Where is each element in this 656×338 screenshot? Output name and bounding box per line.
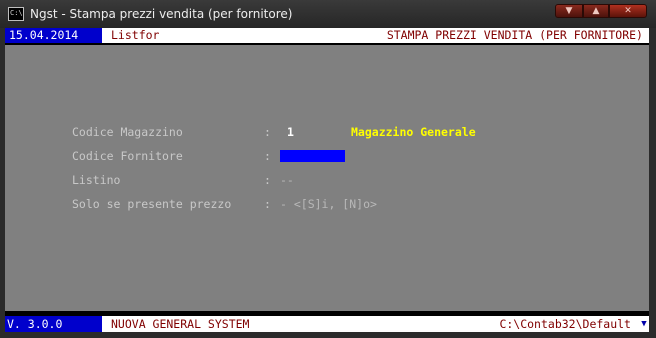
supplier-code-label: Codice Fornitore: [72, 149, 183, 163]
maximize-icon: ▲: [592, 6, 600, 16]
data-path: C:\Contab32\Default: [499, 317, 631, 331]
status-bar: V. 3.0.0 NUOVA GENERAL SYSTEM C:\Contab3…: [5, 316, 649, 332]
minimize-icon: ▼: [565, 6, 573, 16]
maximize-button[interactable]: ▲: [583, 4, 609, 18]
supplier-code-input[interactable]: [280, 150, 345, 162]
warehouse-code-label: Codice Magazzino: [72, 125, 183, 139]
price-only-value[interactable]: - <[S]i, [N]o>: [280, 196, 377, 212]
console-window: C:\ Ngst - Stampa prezzi vendita (per fo…: [0, 0, 656, 338]
price-only-label: Solo se presente prezzo: [72, 197, 232, 211]
price-list-value[interactable]: --: [280, 172, 294, 188]
scroll-down-icon[interactable]: ▼: [639, 316, 649, 332]
version-display: V. 3.0.0: [5, 316, 102, 332]
field-separator: :: [264, 173, 271, 187]
warehouse-description: Magazzino Generale: [351, 125, 476, 139]
console-area: 15.04.2014 Listfor STAMPA PREZZI VENDITA…: [5, 28, 649, 332]
warehouse-code-value[interactable]: 1: [287, 124, 294, 140]
field-separator: :: [264, 125, 271, 139]
title-bar[interactable]: C:\ Ngst - Stampa prezzi vendita (per fo…: [0, 0, 656, 28]
window-title: Ngst - Stampa prezzi vendita (per fornit…: [30, 7, 293, 21]
date-display: 15.04.2014: [5, 28, 102, 43]
console-icon[interactable]: C:\: [8, 7, 24, 21]
header-divider: [5, 43, 649, 45]
close-icon: ✕: [624, 6, 632, 16]
header-bar: 15.04.2014 Listfor STAMPA PREZZI VENDITA…: [5, 28, 649, 43]
minimize-button[interactable]: ▼: [555, 4, 583, 18]
field-separator: :: [264, 197, 271, 211]
close-button[interactable]: ✕: [609, 4, 647, 18]
price-list-label: Listino: [72, 173, 121, 187]
program-name: Listfor: [111, 28, 160, 42]
field-separator: :: [264, 149, 271, 163]
system-name: NUOVA GENERAL SYSTEM: [111, 317, 250, 331]
screen-title: STAMPA PREZZI VENDITA (PER FORNITORE): [386, 28, 643, 42]
